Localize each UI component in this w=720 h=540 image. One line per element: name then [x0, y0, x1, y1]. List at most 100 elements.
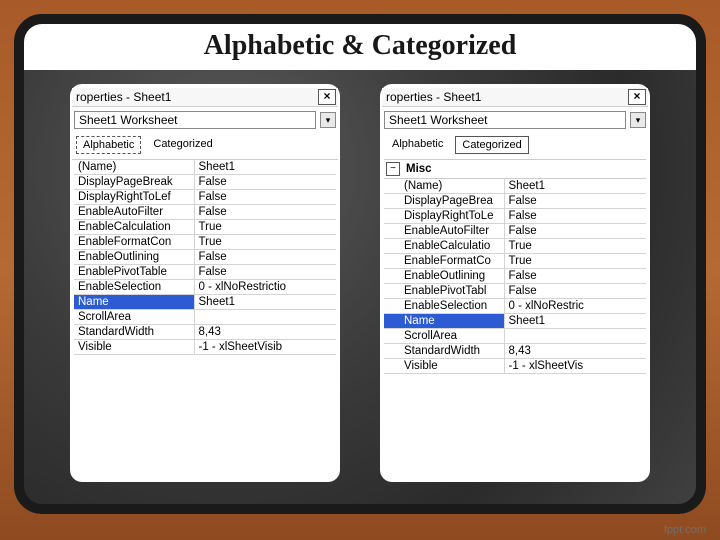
property-name: EnableOutlining: [74, 250, 195, 264]
property-value[interactable]: False: [195, 175, 336, 189]
property-row[interactable]: NameSheet1: [384, 314, 646, 329]
property-row[interactable]: ScrollArea: [74, 310, 336, 325]
property-row[interactable]: DisplayPageBreakFalse: [74, 175, 336, 190]
property-value[interactable]: True: [195, 220, 336, 234]
property-name: EnableSelection: [74, 280, 195, 294]
property-row[interactable]: DisplayRightToLeFalse: [384, 209, 646, 224]
property-name: DisplayPageBreak: [74, 175, 195, 189]
property-name: Visible: [384, 359, 505, 373]
property-value[interactable]: False: [505, 194, 646, 208]
property-value[interactable]: 0 - xlNoRestric: [505, 299, 646, 313]
property-value[interactable]: -1 - xlSheetVis: [505, 359, 646, 373]
property-value[interactable]: False: [505, 224, 646, 238]
property-value[interactable]: [505, 329, 646, 343]
category-label: Misc: [404, 162, 434, 176]
property-row[interactable]: EnableOutliningFalse: [74, 250, 336, 265]
property-name: EnableCalculatio: [384, 239, 505, 253]
category-header[interactable]: − Misc: [384, 159, 646, 179]
property-row[interactable]: EnableSelection0 - xlNoRestric: [384, 299, 646, 314]
window-titlebar: roperties - Sheet1 ×: [72, 88, 338, 107]
property-row[interactable]: DisplayPageBreaFalse: [384, 194, 646, 209]
property-value[interactable]: 8,43: [195, 325, 336, 339]
property-row[interactable]: Visible-1 - xlSheetVisib: [74, 340, 336, 355]
property-value[interactable]: False: [505, 284, 646, 298]
property-value[interactable]: False: [195, 265, 336, 279]
chalkboard: Alphabetic & Categorized roperties - She…: [14, 14, 706, 514]
property-value[interactable]: 8,43: [505, 344, 646, 358]
property-row[interactable]: Visible-1 - xlSheetVis: [384, 359, 646, 374]
chevron-down-icon[interactable]: ▾: [630, 112, 646, 128]
tab-categorized[interactable]: Categorized: [455, 136, 528, 154]
property-row[interactable]: EnableCalculatioTrue: [384, 239, 646, 254]
property-name: StandardWidth: [74, 325, 195, 339]
property-row[interactable]: EnableCalculationTrue: [74, 220, 336, 235]
tab-alphabetic[interactable]: Alphabetic: [76, 136, 141, 154]
property-row[interactable]: EnableOutliningFalse: [384, 269, 646, 284]
property-value[interactable]: True: [505, 239, 646, 253]
property-value[interactable]: False: [195, 190, 336, 204]
property-row[interactable]: NameSheet1: [74, 295, 336, 310]
properties-panel-categorized: roperties - Sheet1 × Sheet1 Worksheet ▾ …: [380, 84, 650, 482]
property-row[interactable]: EnableFormatConTrue: [74, 235, 336, 250]
close-icon[interactable]: ×: [628, 89, 646, 105]
property-name: EnablePivotTabl: [384, 284, 505, 298]
property-row[interactable]: EnableAutoFilterFalse: [384, 224, 646, 239]
property-value[interactable]: Sheet1: [195, 295, 336, 309]
property-row[interactable]: EnableAutoFilterFalse: [74, 205, 336, 220]
chevron-down-icon[interactable]: ▾: [320, 112, 336, 128]
panels-row: roperties - Sheet1 × Sheet1 Worksheet ▾ …: [48, 84, 672, 482]
property-value[interactable]: Sheet1: [505, 314, 646, 328]
property-name: Name: [74, 295, 195, 309]
tab-alphabetic[interactable]: Alphabetic: [386, 136, 449, 154]
property-row[interactable]: EnablePivotTableFalse: [74, 265, 336, 280]
property-row[interactable]: DisplayRightToLefFalse: [74, 190, 336, 205]
property-row[interactable]: (Name)Sheet1: [74, 160, 336, 175]
tab-categorized[interactable]: Categorized: [147, 136, 218, 154]
property-value[interactable]: False: [505, 269, 646, 283]
footer-credit: fppt.com: [664, 524, 706, 536]
property-row[interactable]: StandardWidth8,43: [384, 344, 646, 359]
property-value[interactable]: Sheet1: [505, 179, 646, 193]
properties-panel-alphabetic: roperties - Sheet1 × Sheet1 Worksheet ▾ …: [70, 84, 340, 482]
property-name: DisplayRightToLef: [74, 190, 195, 204]
property-name: ScrollArea: [384, 329, 505, 343]
window-title: roperties - Sheet1: [386, 90, 628, 104]
property-value[interactable]: 0 - xlNoRestrictio: [195, 280, 336, 294]
property-row[interactable]: EnablePivotTablFalse: [384, 284, 646, 299]
property-name: Visible: [74, 340, 195, 354]
property-value[interactable]: True: [505, 254, 646, 268]
property-name: EnableFormatCo: [384, 254, 505, 268]
property-value[interactable]: False: [195, 205, 336, 219]
property-row[interactable]: EnableFormatCoTrue: [384, 254, 646, 269]
slide-title: Alphabetic & Categorized: [24, 24, 696, 70]
property-name: ScrollArea: [74, 310, 195, 324]
property-row[interactable]: (Name)Sheet1: [384, 179, 646, 194]
property-name: EnableAutoFilter: [384, 224, 505, 238]
view-tabs: Alphabetic Categorized: [72, 133, 338, 157]
property-value[interactable]: [195, 310, 336, 324]
property-name: StandardWidth: [384, 344, 505, 358]
object-selector[interactable]: Sheet1 Worksheet ▾: [382, 109, 648, 131]
property-value[interactable]: False: [195, 250, 336, 264]
property-row[interactable]: ScrollArea: [384, 329, 646, 344]
object-selector-value: Sheet1 Worksheet: [74, 111, 316, 129]
property-name: EnableAutoFilter: [74, 205, 195, 219]
property-row[interactable]: EnableSelection0 - xlNoRestrictio: [74, 280, 336, 295]
object-selector[interactable]: Sheet1 Worksheet ▾: [72, 109, 338, 131]
window-title: roperties - Sheet1: [76, 90, 318, 104]
property-name: DisplayPageBrea: [384, 194, 505, 208]
property-value[interactable]: Sheet1: [195, 160, 336, 174]
category-body: (Name)Sheet1DisplayPageBreaFalseDisplayR…: [384, 179, 646, 374]
property-name: DisplayRightToLe: [384, 209, 505, 223]
property-value[interactable]: True: [195, 235, 336, 249]
slide-stage: Alphabetic & Categorized roperties - She…: [0, 0, 720, 540]
property-value[interactable]: -1 - xlSheetVisib: [195, 340, 336, 354]
view-tabs: Alphabetic Categorized: [382, 133, 648, 157]
property-value[interactable]: False: [505, 209, 646, 223]
collapse-icon[interactable]: −: [386, 162, 400, 176]
close-icon[interactable]: ×: [318, 89, 336, 105]
property-name: (Name): [384, 179, 505, 193]
properties-grid: − Misc (Name)Sheet1DisplayPageBreaFalseD…: [382, 159, 648, 374]
property-name: EnableCalculation: [74, 220, 195, 234]
property-row[interactable]: StandardWidth8,43: [74, 325, 336, 340]
